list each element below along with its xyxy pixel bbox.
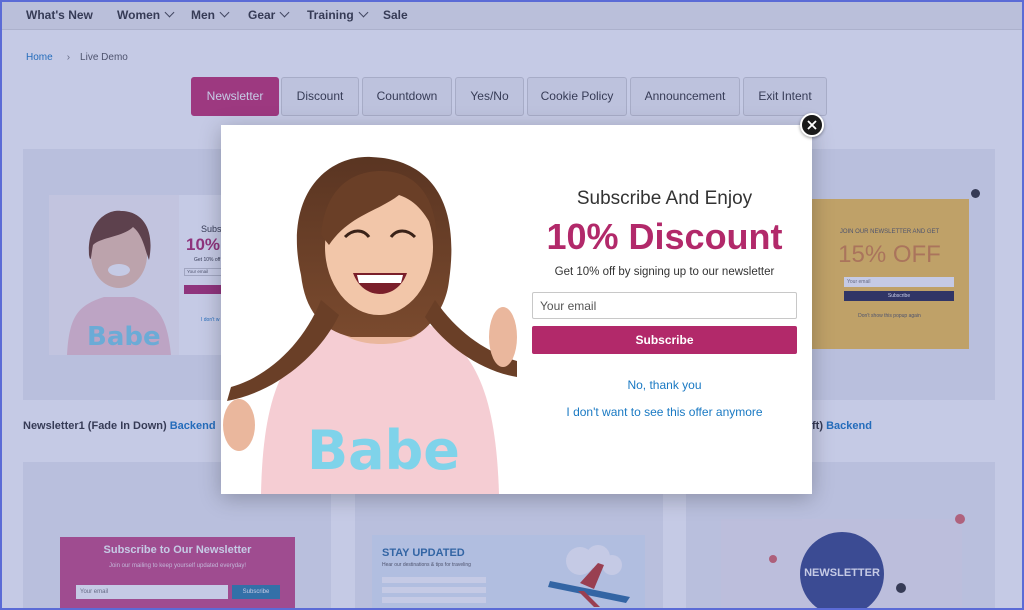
popup-photo: Babe [221, 125, 517, 494]
no-thanks-link[interactable]: No, thank you [532, 377, 797, 393]
popup-heading: Subscribe And Enjoy [576, 188, 753, 209]
close-popup-button[interactable] [800, 113, 824, 137]
close-icon [807, 120, 817, 130]
email-field[interactable] [532, 292, 797, 319]
shirt-print-text: Babe [307, 419, 460, 482]
newsletter-popup: Babe Subscribe And Enjoy 10% Discount Ge… [221, 125, 812, 494]
popup-discount-title: 10% Discount [546, 216, 783, 257]
dont-show-again-link[interactable]: I don't want to see this offer anymore [532, 404, 797, 420]
popup-subtext: Get 10% off by signing up to our newslet… [554, 266, 775, 278]
subscribe-button[interactable]: Subscribe [532, 326, 797, 354]
page: What's New Women Men Gear Training Sale … [0, 0, 1024, 610]
